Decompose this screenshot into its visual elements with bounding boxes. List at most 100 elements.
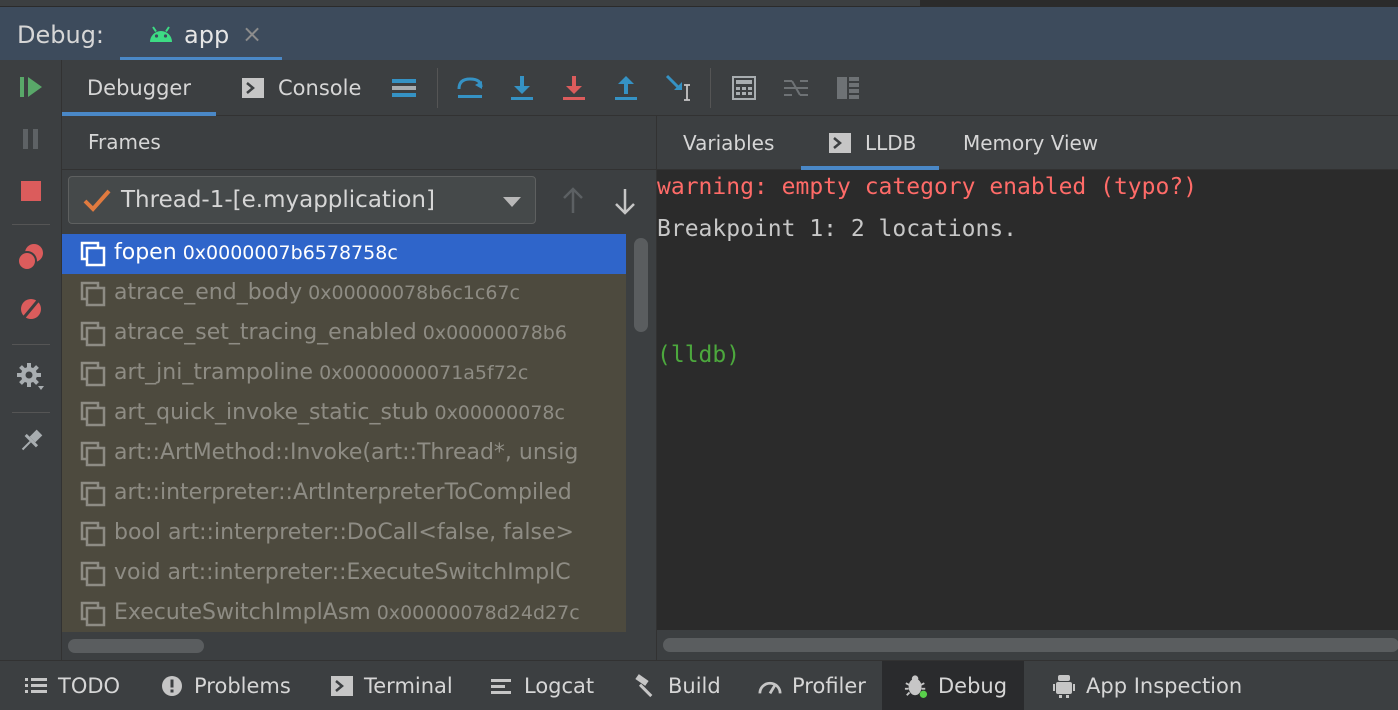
pause-icon[interactable]: [16, 124, 46, 154]
tool-window-terminal[interactable]: Terminal: [330, 661, 453, 710]
frame-address: 0x00000078d24d27c: [370, 602, 580, 624]
layout-icon[interactable]: [832, 72, 864, 104]
bug-icon: [904, 674, 928, 698]
frame-address: 0x00000078b6c1c67c: [302, 282, 520, 304]
lldb-prompt: (lldb): [657, 342, 741, 368]
trace-current-stream-icon[interactable]: [780, 72, 812, 104]
frame-name: art::interpreter::ArtInterpreterToCompil…: [114, 480, 572, 505]
gauge-icon: [758, 674, 782, 698]
hammer-icon: [634, 674, 658, 698]
close-icon[interactable]: ×: [242, 20, 262, 48]
force-step-into-icon[interactable]: [558, 72, 590, 104]
lldb-console[interactable]: warning: empty category enabled (typo?) …: [657, 170, 1398, 630]
next-frame-icon[interactable]: [610, 186, 640, 216]
frame-row[interactable]: art::ArtMethod::Invoke(art::Thread*, uns…: [62, 434, 626, 474]
frame-row[interactable]: art::interpreter::ArtInterpreterToCompil…: [62, 474, 626, 514]
tool-window-profiler-label: Profiler: [792, 674, 866, 698]
frame-function: art_quick_invoke_static_stub: [114, 400, 429, 425]
frame-function: bool art::interpreter::DoCall<false, fal…: [114, 520, 574, 545]
frame-name: atrace_set_tracing_enabled 0x00000078b6: [114, 320, 567, 345]
view-breakpoints-icon[interactable]: [16, 242, 46, 272]
frame-address: 0x0000000071a5f72c: [313, 362, 529, 384]
mute-breakpoints-icon[interactable]: [16, 294, 46, 324]
frame-list-vertical-scrollbar[interactable]: [626, 234, 656, 632]
app-inspection-icon: [1052, 674, 1076, 698]
tab-console[interactable]: Console: [242, 60, 372, 116]
frame-function: art::ArtMethod::Invoke(art::Thread*, uns…: [114, 440, 579, 465]
resume-icon[interactable]: [16, 72, 46, 102]
tab-memory-view[interactable]: Memory View: [963, 116, 1098, 170]
frame-list-horizontal-scrollbar[interactable]: [62, 632, 656, 660]
pin-icon[interactable]: [16, 426, 46, 456]
toolbar-separator: [710, 68, 711, 108]
tool-window-bar: TODO Problems Terminal Logcat Build Prof…: [0, 660, 1398, 710]
tool-window-todo[interactable]: TODO: [24, 661, 120, 710]
tool-window-todo-label: TODO: [58, 674, 121, 698]
debug-actions-sidebar: [0, 60, 62, 660]
frame-row[interactable]: atrace_set_tracing_enabled 0x00000078b6: [62, 314, 626, 354]
frame-row[interactable]: ExecuteSwitchImplAsm 0x00000078d24d27c: [62, 594, 626, 632]
frame-list[interactable]: fopen 0x0000007b6578758c atrace_end_body …: [62, 234, 626, 632]
tool-window-app-inspection-label: App Inspection: [1086, 674, 1243, 698]
frame-row[interactable]: art_quick_invoke_static_stub 0x00000078c: [62, 394, 626, 434]
frame-name: atrace_end_body 0x00000078b6c1c67c: [114, 280, 520, 305]
tab-lldb[interactable]: LLDB: [801, 116, 939, 170]
thread-selector[interactable]: Thread-1-[e.myapplication]: [68, 176, 536, 224]
toolbar-separator: [437, 68, 438, 108]
tool-window-logcat[interactable]: Logcat: [490, 661, 594, 710]
threads-dump-icon[interactable]: [388, 72, 420, 104]
frame-row[interactable]: art_jni_trampoline 0x0000000071a5f72c: [62, 354, 626, 394]
step-into-icon[interactable]: [506, 72, 538, 104]
tab-console-label: Console: [278, 76, 362, 100]
frames-panel: Frames Thread-1-[e.myapplication] fopen …: [62, 116, 656, 660]
debug-label: Debug:: [17, 21, 105, 49]
tool-window-build-label: Build: [668, 674, 721, 698]
tool-window-debug[interactable]: Debug: [882, 661, 1024, 710]
frame-address: 0x0000007b6578758c: [176, 242, 398, 264]
stack-frame-icon: [80, 561, 106, 587]
frame-name: fopen 0x0000007b6578758c: [114, 240, 398, 265]
tool-window-app-inspection[interactable]: App Inspection: [1052, 661, 1242, 710]
stack-frame-icon: [80, 481, 106, 507]
tool-window-build[interactable]: Build: [634, 661, 721, 710]
show-execution-point-icon[interactable]: [454, 72, 486, 104]
frame-row[interactable]: fopen 0x0000007b6578758c: [62, 234, 626, 274]
run-to-cursor-icon[interactable]: [662, 72, 694, 104]
evaluate-expression-icon[interactable]: [728, 72, 760, 104]
stack-frame-icon: [80, 281, 106, 307]
tool-window-problems-label: Problems: [194, 674, 291, 698]
variables-lldb-panel: Variables LLDB Memory View warning: empt…: [656, 116, 1398, 660]
session-tab-app[interactable]: app ×: [120, 7, 282, 61]
tool-window-profiler[interactable]: Profiler: [758, 661, 866, 710]
stack-frame-icon: [80, 361, 106, 387]
frame-name: void art::interpreter::ExecuteSwitchImpl…: [114, 560, 571, 585]
tool-window-terminal-label: Terminal: [364, 674, 453, 698]
problems-icon: [160, 674, 184, 698]
tab-variables-label: Variables: [683, 131, 775, 155]
tab-memory-view-label: Memory View: [963, 131, 1099, 155]
stop-icon[interactable]: [16, 176, 46, 206]
frame-row[interactable]: bool art::interpreter::DoCall<false, fal…: [62, 514, 626, 554]
frame-function: art::interpreter::ArtInterpreterToCompil…: [114, 480, 572, 505]
tab-debugger[interactable]: Debugger: [62, 60, 216, 116]
sidebar-separator: [12, 224, 50, 225]
step-out-icon[interactable]: [610, 72, 642, 104]
tool-window-logcat-label: Logcat: [524, 674, 595, 698]
scrollbar-thumb[interactable]: [634, 238, 648, 332]
tab-variables[interactable]: Variables: [683, 116, 774, 170]
list-icon: [24, 674, 48, 698]
scrollbar-thumb[interactable]: [68, 639, 204, 653]
frame-name: art_jni_trampoline 0x0000000071a5f72c: [114, 360, 528, 385]
frame-function: ExecuteSwitchImplAsm: [114, 600, 371, 625]
previous-frame-icon[interactable]: [558, 186, 588, 216]
console-icon: [829, 133, 851, 153]
frame-row[interactable]: atrace_end_body 0x00000078b6c1c67c: [62, 274, 626, 314]
frames-title: Frames: [88, 130, 161, 154]
tool-window-problems[interactable]: Problems: [160, 661, 291, 710]
console-horizontal-scrollbar[interactable]: [657, 630, 1398, 660]
settings-icon[interactable]: [16, 362, 46, 392]
frame-name: ExecuteSwitchImplAsm 0x00000078d24d27c: [114, 600, 580, 625]
debug-tool-window-header: Debug: app ×: [0, 6, 1398, 61]
frame-row[interactable]: void art::interpreter::ExecuteSwitchImpl…: [62, 554, 626, 594]
scrollbar-thumb[interactable]: [663, 638, 1398, 652]
